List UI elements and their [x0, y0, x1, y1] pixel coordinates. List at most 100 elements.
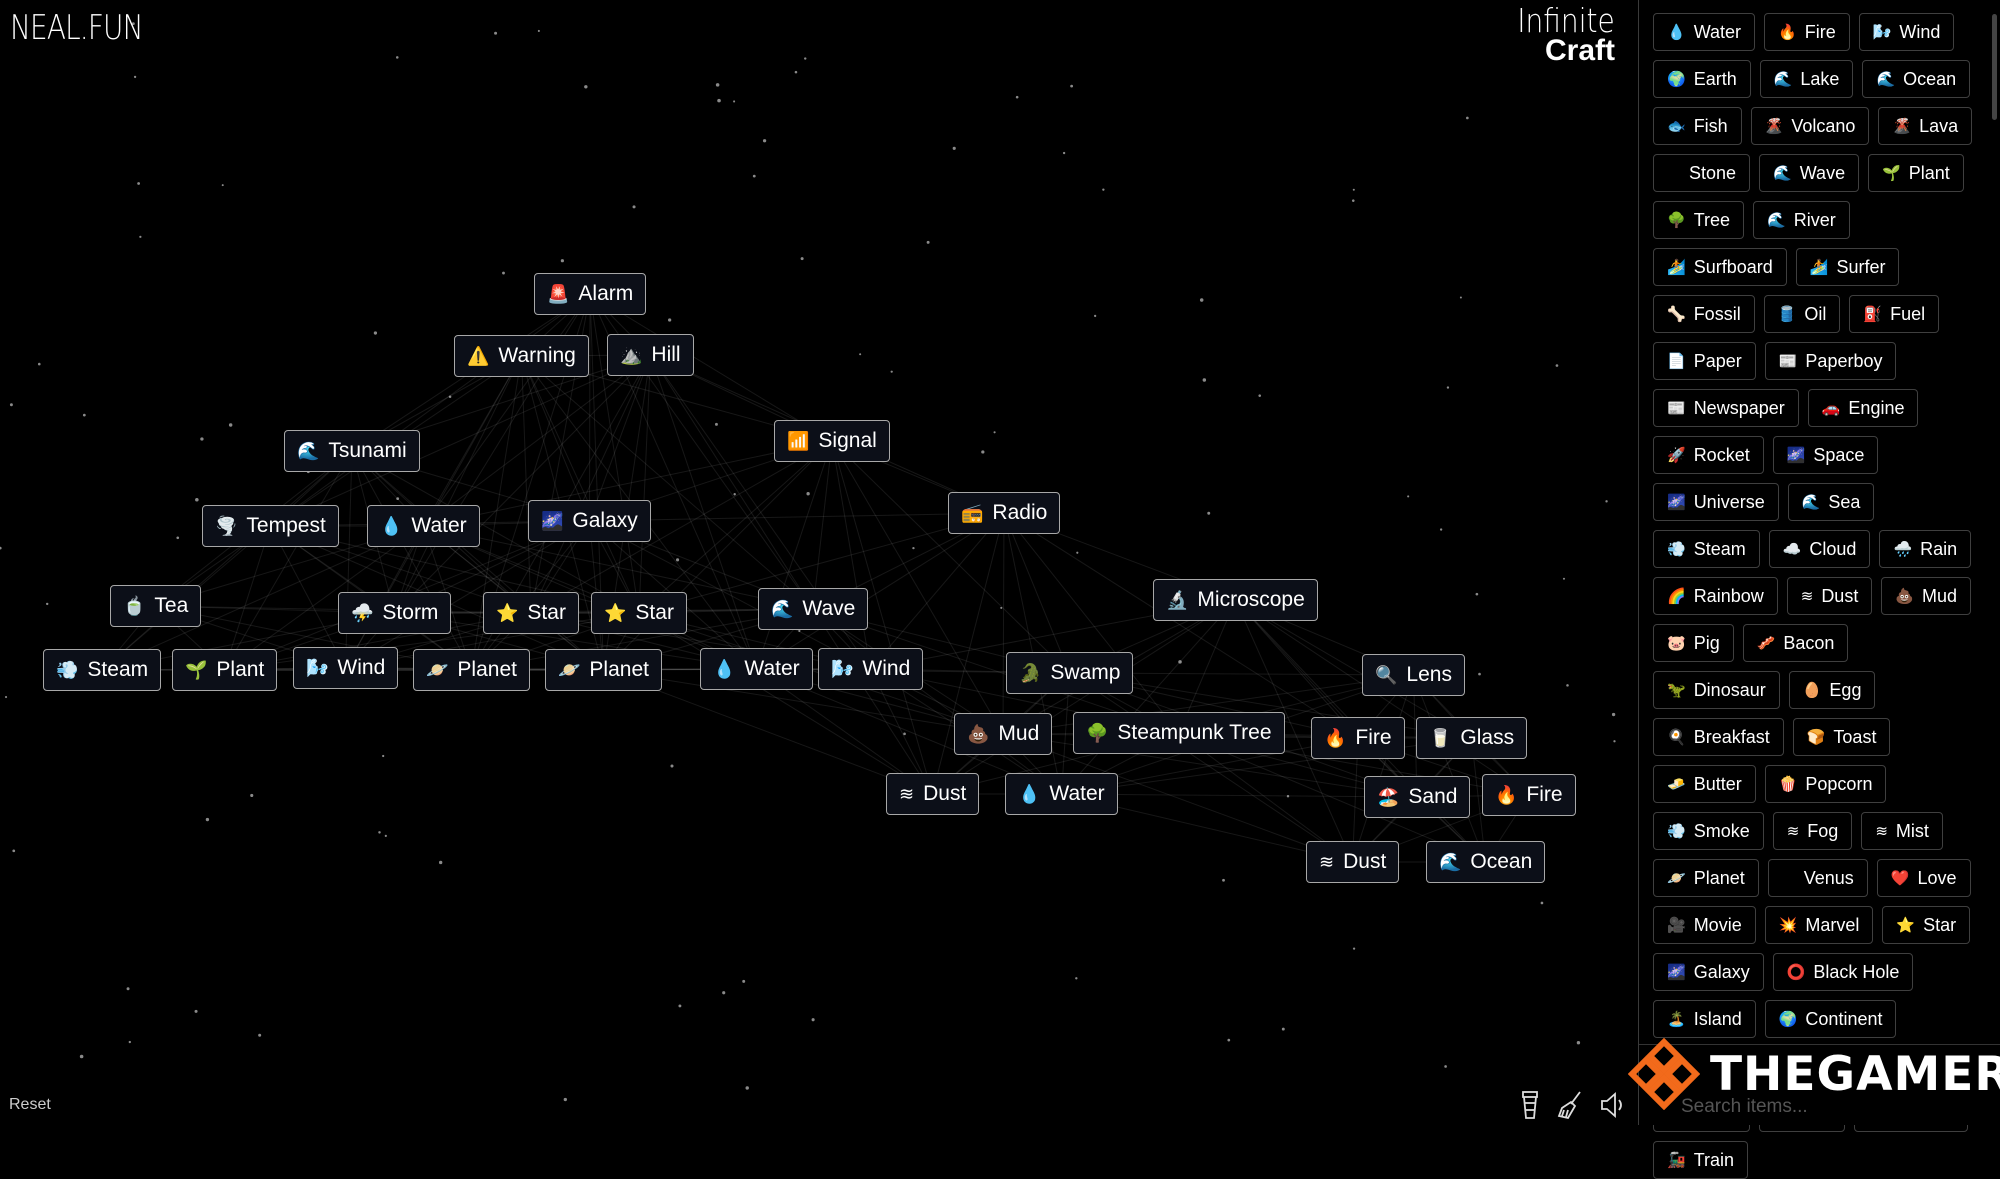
sidebar-item-ocean[interactable]: 🌊 Ocean: [1862, 60, 1971, 98]
sidebar-item-movie[interactable]: 🎥 Movie: [1653, 906, 1756, 944]
canvas-item-planet[interactable]: 🪐 Planet: [413, 649, 530, 691]
sidebar-item-river[interactable]: 🌊 River: [1753, 201, 1850, 239]
sidebar-item-mist[interactable]: ≋ Mist: [1861, 812, 1943, 850]
canvas-item-steampunk-tree[interactable]: 🌳 Steampunk Tree: [1073, 712, 1285, 754]
canvas-item-lens[interactable]: 🔍 Lens: [1362, 654, 1465, 696]
canvas-item-warning[interactable]: ⚠️ Warning: [454, 335, 589, 377]
sidebar-item-surfer[interactable]: 🏄 Surfer: [1795, 248, 1900, 286]
canvas-item-star[interactable]: ⭐ Star: [483, 592, 579, 634]
sidebar-item-sea[interactable]: 🌊 Sea: [1787, 483, 1875, 521]
canvas-item-wind[interactable]: 🌬️ Wind: [818, 648, 924, 690]
item-emoji-icon: 🐷: [1667, 635, 1686, 652]
sidebar-item-fossil[interactable]: 🦴 Fossil: [1653, 295, 1755, 333]
canvas-item-planet[interactable]: 🪐 Planet: [545, 649, 662, 691]
sidebar-item-fish[interactable]: 🐟 Fish: [1653, 107, 1742, 145]
reset-button[interactable]: Reset: [9, 1096, 51, 1114]
canvas-item-glass[interactable]: 🥛 Glass: [1416, 717, 1528, 759]
sidebar-item-rain[interactable]: 🌧️ Rain: [1879, 530, 1972, 568]
sidebar-item-surfboard[interactable]: 🏄 Surfboard: [1653, 248, 1787, 286]
sidebar-item-rainbow[interactable]: 🌈 Rainbow: [1653, 577, 1778, 615]
canvas-item-fire[interactable]: 🔥 Fire: [1311, 717, 1405, 759]
speaker-icon[interactable]: [1599, 1090, 1627, 1120]
coffee-cup-icon[interactable]: [1516, 1090, 1544, 1120]
scrollbar[interactable]: [1992, 14, 1997, 120]
sidebar-item-star[interactable]: ⭐ Star: [1882, 906, 1971, 944]
canvas-item-dust[interactable]: ≋ Dust: [886, 773, 980, 815]
canvas-item-hill[interactable]: ⛰️ Hill: [607, 334, 694, 376]
sidebar-item-fuel[interactable]: ⛽ Fuel: [1849, 295, 1940, 333]
sidebar-item-wind[interactable]: 🌬️ Wind: [1858, 13, 1955, 51]
sidebar-item-earth[interactable]: 🌍 Earth: [1653, 60, 1751, 98]
sidebar-item-space[interactable]: 🌌 Space: [1772, 436, 1879, 474]
canvas-item-galaxy[interactable]: 🌌 Galaxy: [528, 500, 651, 542]
canvas-item-microscope[interactable]: 🔬 Microscope: [1153, 579, 1318, 621]
canvas-item-water[interactable]: 💧 Water: [700, 648, 813, 690]
sidebar-item-wave[interactable]: 🌊 Wave: [1759, 154, 1860, 192]
sidebar-item-marvel[interactable]: 💥 Marvel: [1764, 906, 1874, 944]
canvas-item-tempest[interactable]: 🌪️ Tempest: [202, 505, 339, 547]
sidebar-item-paperboy[interactable]: 📰 Paperboy: [1764, 342, 1897, 380]
canvas-item-plant[interactable]: 🌱 Plant: [172, 649, 278, 691]
canvas-item-radio[interactable]: 📻 Radio: [948, 492, 1061, 534]
sidebar-item-smoke[interactable]: 💨 Smoke: [1653, 812, 1764, 850]
sidebar-item-black-hole[interactable]: ⭕ Black Hole: [1772, 953, 1914, 991]
sidebar-item-breakfast[interactable]: 🍳 Breakfast: [1653, 718, 1784, 756]
item-label: Glass: [1460, 726, 1515, 749]
sidebar-item-popcorn[interactable]: 🍿 Popcorn: [1764, 765, 1887, 803]
canvas-item-mud[interactable]: 💩 Mud: [954, 713, 1053, 755]
canvas-item-wind[interactable]: 🌬️ Wind: [293, 647, 399, 689]
neal-fun-logo[interactable]: NEAL.FUN: [10, 8, 144, 48]
sidebar-item-oil[interactable]: 🛢️ Oil: [1763, 295, 1841, 333]
sidebar-item-fire[interactable]: 🔥 Fire: [1764, 13, 1850, 51]
canvas-item-steam[interactable]: 💨 Steam: [43, 649, 162, 691]
sidebar-item-dust[interactable]: ≋ Dust: [1786, 577, 1873, 615]
sidebar-item-venus[interactable]: Venus: [1767, 859, 1868, 897]
canvas-item-dust[interactable]: ≋ Dust: [1306, 841, 1400, 883]
sidebar-item-engine[interactable]: 🚗 Engine: [1807, 389, 1919, 427]
sidebar-item-paper[interactable]: 📄 Paper: [1653, 342, 1756, 380]
item-emoji-icon: 🦴: [1667, 306, 1686, 323]
sidebar-item-fog[interactable]: ≋ Fog: [1772, 812, 1853, 850]
sidebar-item-continent[interactable]: 🌍 Continent: [1764, 1000, 1897, 1038]
canvas-item-tsunami[interactable]: 🌊 Tsunami: [284, 430, 420, 472]
sidebar-item-dinosaur[interactable]: 🦖 Dinosaur: [1653, 671, 1780, 709]
sidebar-item-cloud[interactable]: ☁️ Cloud: [1768, 530, 1871, 568]
canvas-item-fire[interactable]: 🔥 Fire: [1482, 774, 1576, 816]
broom-icon[interactable]: [1556, 1090, 1584, 1120]
canvas-item-ocean[interactable]: 🌊 Ocean: [1426, 841, 1546, 883]
sidebar-item-rocket[interactable]: 🚀 Rocket: [1653, 436, 1764, 474]
sidebar-item-tree[interactable]: 🌳 Tree: [1653, 201, 1745, 239]
sidebar-item-lava[interactable]: 🌋 Lava: [1878, 107, 1973, 145]
sidebar-item-train[interactable]: 🚂 Train: [1653, 1141, 1749, 1179]
sidebar-item-stone[interactable]: Stone: [1653, 154, 1751, 192]
sidebar-item-egg[interactable]: 🥚 Egg: [1788, 671, 1876, 709]
sidebar-item-water[interactable]: 💧 Water: [1653, 13, 1756, 51]
canvas-item-storm[interactable]: ⛈️ Storm: [338, 592, 452, 634]
sidebar-item-newspaper[interactable]: 📰 Newspaper: [1653, 389, 1799, 427]
sidebar-item-island[interactable]: 🏝️ Island: [1653, 1000, 1756, 1038]
item-emoji-icon: 📶: [787, 430, 810, 451]
sidebar-item-galaxy[interactable]: 🌌 Galaxy: [1653, 953, 1764, 991]
canvas-item-alarm[interactable]: 🚨 Alarm: [534, 273, 647, 315]
sidebar-item-mud[interactable]: 💩 Mud: [1881, 577, 1972, 615]
sidebar-item-plant[interactable]: 🌱 Plant: [1868, 154, 1964, 192]
sidebar-item-lake[interactable]: 🌊 Lake: [1759, 60, 1854, 98]
canvas-item-swamp[interactable]: 🐊 Swamp: [1006, 652, 1134, 694]
sidebar-item-bacon[interactable]: 🥓 Bacon: [1742, 624, 1849, 662]
canvas-item-water[interactable]: 💧 Water: [367, 505, 480, 547]
item-label: Cloud: [1809, 538, 1857, 559]
sidebar-item-pig[interactable]: 🐷 Pig: [1653, 624, 1734, 662]
sidebar-item-volcano[interactable]: 🌋 Volcano: [1750, 107, 1870, 145]
canvas-item-star[interactable]: ⭐ Star: [591, 592, 687, 634]
sidebar-item-universe[interactable]: 🌌 Universe: [1653, 483, 1779, 521]
sidebar-item-planet[interactable]: 🪐 Planet: [1653, 859, 1759, 897]
sidebar-item-toast[interactable]: 🍞 Toast: [1792, 718, 1891, 756]
sidebar-item-butter[interactable]: 🧈 Butter: [1653, 765, 1756, 803]
canvas-item-water[interactable]: 💧 Water: [1005, 773, 1118, 815]
canvas-item-tea[interactable]: 🍵 Tea: [110, 585, 202, 627]
canvas-item-sand[interactable]: 🏖️ Sand: [1364, 776, 1471, 818]
sidebar-item-love[interactable]: ❤️ Love: [1876, 859, 1971, 897]
canvas-item-signal[interactable]: 📶 Signal: [774, 420, 890, 462]
canvas-item-wave[interactable]: 🌊 Wave: [758, 588, 869, 630]
sidebar-item-steam[interactable]: 💨 Steam: [1653, 530, 1760, 568]
